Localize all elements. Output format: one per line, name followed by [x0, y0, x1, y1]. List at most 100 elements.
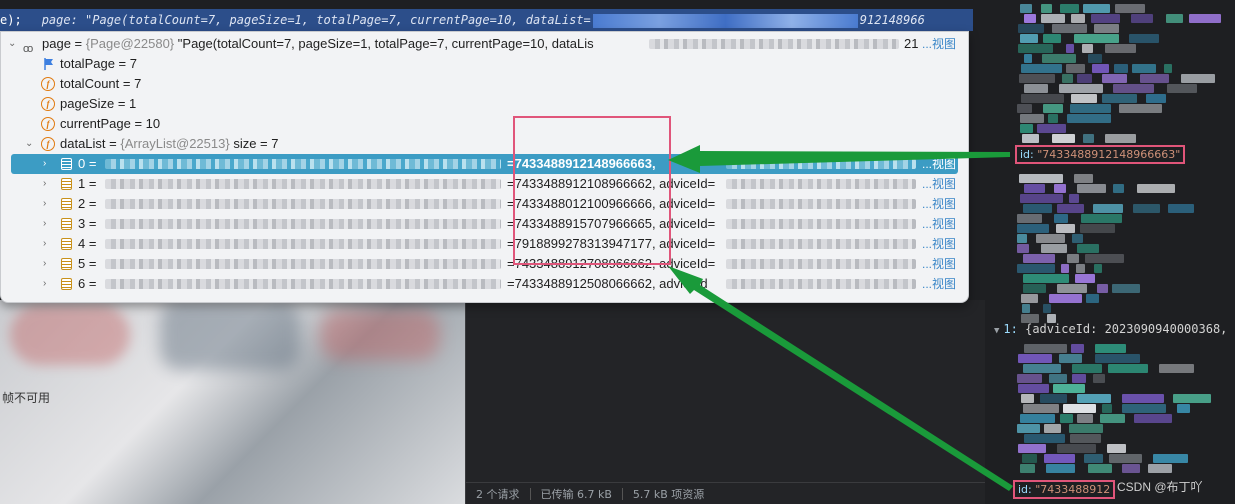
variable-name: pageSize [60, 96, 115, 111]
variable-row-currentPage[interactable]: f currentPage = 10 [1, 114, 968, 134]
blurred-value [726, 239, 916, 249]
blurred-value [726, 259, 916, 269]
view-link[interactable]: ...视图 [922, 254, 956, 274]
blurred-value [649, 39, 899, 49]
item-id-value: =7433488915707966665, adviceId= [507, 216, 716, 231]
expand-triangle-icon[interactable]: ▼ [994, 326, 999, 336]
field-icon: f [41, 77, 55, 91]
variable-row-page[interactable]: ⌄ oo page = {Page@22580} "Page(totalCoun… [1, 34, 968, 55]
variable-name: dataList [60, 136, 106, 151]
item-index: 4 = [78, 236, 97, 251]
chevron-down-icon[interactable]: ⌄ [8, 34, 16, 54]
list-item[interactable]: › 1 = =7433488912108966662, adviceId= ...视图 [1, 174, 968, 194]
json-index: 1: [1003, 322, 1018, 336]
list-item-icon [61, 258, 72, 270]
variable-row-pageSize[interactable]: f pageSize = 1 [1, 94, 968, 114]
network-panel: 2 个请求 已传输 6.7 kB 5.7 kB 项资源 [465, 300, 985, 504]
variable-value: 7 [129, 56, 137, 71]
item-id-value: =7433488912148966663, [507, 156, 656, 171]
list-item-icon [61, 238, 72, 250]
variable-name: currentPage [60, 116, 131, 131]
list-item-icon [61, 198, 72, 210]
chevron-right-icon[interactable]: › [43, 254, 46, 274]
chevron-right-icon[interactable]: › [43, 154, 46, 174]
view-link[interactable]: ...视图 [922, 194, 956, 214]
object-ref: {ArrayList@22513} [120, 136, 230, 151]
chevron-right-icon[interactable]: › [43, 274, 46, 294]
item-index: 0 = [78, 156, 97, 171]
list-item[interactable]: › 5 = =7433488912708966662, adviceId= ...视图 [1, 254, 968, 274]
blurred-value [105, 159, 501, 169]
view-link[interactable]: ...视图 [922, 174, 956, 194]
blurred-value [592, 13, 858, 28]
item-index: 2 = [78, 196, 97, 211]
list-item[interactable]: › 2 = =7433488012100966666, adviceId= ...视图 [1, 194, 968, 214]
variable-row-totalPage[interactable]: totalPage = 7 [1, 54, 968, 74]
variable-row-totalCount[interactable]: f totalCount = 7 [1, 74, 968, 94]
chevron-right-icon[interactable]: › [43, 234, 46, 254]
view-link[interactable]: ...视图 [922, 154, 956, 174]
frame-unavailable-label: 帧不可用 [2, 391, 51, 405]
item-id-value: =7433488912508066662, adviceId [507, 276, 708, 291]
variable-name: page [42, 36, 71, 51]
list-item[interactable]: › 4 = =7918899278313947177, adviceId= ...视图 [1, 234, 968, 254]
chevron-down-icon[interactable]: ⌄ [25, 134, 33, 154]
resource-size: 5.7 kB 项资源 [632, 487, 705, 501]
editor-top-strip [0, 0, 973, 9]
flag-icon [44, 58, 53, 70]
item-index: 1 = [78, 176, 97, 191]
variable-name: totalPage [60, 56, 115, 71]
list-size: size = 7 [233, 136, 279, 151]
blurred-value [105, 219, 501, 229]
item-index: 6 = [78, 276, 97, 291]
variable-value: 7 [134, 76, 142, 91]
list-item-icon [61, 218, 72, 230]
blurred-value [726, 159, 916, 169]
item-index: 3 = [78, 216, 97, 231]
view-link[interactable]: ...视图 [922, 34, 956, 54]
list-item-icon [61, 178, 72, 190]
inline-expression: page: "Page(totalCount=7, pageSize=1, to… [41, 13, 591, 27]
json-key: id: [1018, 483, 1032, 496]
blurred-value [105, 239, 501, 249]
inline-evaluation-bar: e); page: "Page(totalCount=7, pageSize=1,… [0, 9, 973, 31]
transferred-size: 已传输 6.7 kB [540, 487, 612, 501]
chevron-right-icon[interactable]: › [43, 194, 46, 214]
blurred-value [726, 199, 916, 209]
json-node-summary: {adviceId: 2023090940000368, [1025, 322, 1228, 336]
blurred-value [105, 179, 501, 189]
code-fragment: e); [0, 13, 22, 27]
screenshot-root: 帧不可用 2 个请求 已传输 6.7 kB 5.7 kB 项资源 id: "74… [0, 0, 1235, 504]
list-item[interactable]: › 6 = =7433488912508066662, adviceId ...视图 [1, 274, 968, 294]
view-link[interactable]: ...视图 [922, 214, 956, 234]
highlighted-id-top: id: "7433488912148966663" [1015, 145, 1186, 164]
watermark: CSDN @布丁吖 [1117, 480, 1203, 494]
item-index: 5 = [78, 256, 97, 271]
debugger-variables-popup: ⌄ oo page = {Page@22580} "Page(totalCoun… [0, 31, 969, 303]
item-id-value: =7918899278313947177, adviceId= [507, 236, 716, 251]
variable-value: 10 [145, 116, 161, 131]
view-link[interactable]: ...视图 [922, 274, 956, 294]
variable-name: totalCount [60, 76, 120, 91]
inline-expression-tail: 912148966 [859, 13, 925, 27]
list-item[interactable]: › 3 = =7433488915707966665, adviceId= ...视图 [1, 214, 968, 234]
network-status-bar: 2 个请求 已传输 6.7 kB 5.7 kB 项资源 [466, 482, 985, 504]
request-count: 2 个请求 [476, 487, 520, 501]
blurred-value [726, 219, 916, 229]
list-item-icon [61, 158, 72, 170]
field-icon: f [41, 137, 55, 151]
blurred-background-image: 帧不可用 [0, 300, 465, 504]
chevron-right-icon[interactable]: › [43, 174, 46, 194]
blurred-value [105, 259, 501, 269]
view-link[interactable]: ...视图 [922, 234, 956, 254]
variable-row-datalist[interactable]: ⌄ f dataList = {ArrayList@22513} size = … [1, 134, 968, 154]
blurred-value [105, 279, 501, 289]
highlighted-id-bottom: id: "7433488912 [1013, 480, 1116, 499]
variable-value: 1 [129, 96, 137, 111]
value-suffix: 21 [904, 36, 919, 51]
list-item[interactable]: › 0 = =7433488912148966663, ...视图 [11, 154, 958, 174]
chevron-right-icon[interactable]: › [43, 214, 46, 234]
json-tree-node[interactable]: ▼ 1: {adviceId: 2023090940000368, [994, 322, 1227, 336]
item-id-value: =7433488912108966662, adviceId= [507, 176, 716, 191]
object-ref: {Page@22580} [85, 36, 175, 51]
